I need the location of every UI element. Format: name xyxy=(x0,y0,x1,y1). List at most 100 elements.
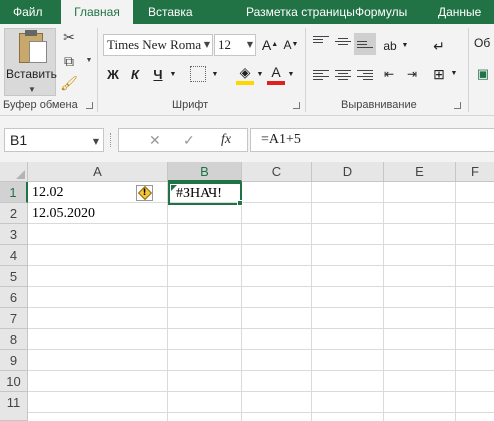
decrease-font-icon[interactable]: A▼ xyxy=(282,35,300,55)
column-header-d[interactable]: D xyxy=(312,162,384,182)
row-header-2[interactable]: 2 xyxy=(0,203,28,224)
group-divider xyxy=(97,28,98,112)
copy-icon[interactable]: ⧉ xyxy=(60,52,78,70)
alignment-group-label: Выравнивание xyxy=(341,99,417,111)
chevron-down-icon: ▼ xyxy=(92,137,99,146)
currency-icon[interactable]: ▣ xyxy=(474,64,492,84)
row-header-11[interactable]: 11 xyxy=(0,392,28,421)
row-header-1[interactable]: 1 xyxy=(0,182,28,203)
font-color-icon[interactable]: А xyxy=(267,62,285,82)
formula-bar: B1 ▼ ✕ ✓ fx =A1+5 xyxy=(0,116,494,162)
tab-data[interactable]: Данные xyxy=(438,0,481,24)
paste-button[interactable]: Вставить ▼ xyxy=(4,28,57,96)
align-top-icon[interactable] xyxy=(313,36,329,50)
ribbon: Вставить ▼ ✂ ⧉ ▼ 🖌 Буфер обмена Times Ne… xyxy=(0,24,494,116)
column-header-a[interactable]: A xyxy=(28,162,168,182)
decrease-indent-icon[interactable]: ⇤ xyxy=(380,64,398,84)
column-header-e[interactable]: E xyxy=(384,162,456,182)
align-bottom-button[interactable] xyxy=(354,33,376,55)
column-header-c[interactable]: C xyxy=(242,162,312,182)
gridline xyxy=(28,307,494,308)
ribbon-tab-bar: Файл Главная Вставка Разметка страницы Ф… xyxy=(0,0,494,25)
gridline xyxy=(28,370,494,371)
select-all-icon xyxy=(16,170,25,179)
align-middle-icon[interactable] xyxy=(335,38,351,52)
font-name-combo[interactable]: Times New Roma ▼ xyxy=(103,34,213,56)
row-header-6[interactable]: 6 xyxy=(0,287,28,308)
orientation-icon[interactable]: ab xyxy=(381,36,399,56)
fill-handle[interactable] xyxy=(237,200,243,206)
cell-b1[interactable]: #ЗНАЧ! xyxy=(170,183,240,204)
column-header-b[interactable]: B xyxy=(168,162,242,182)
cancel-icon[interactable]: ✕ xyxy=(149,132,161,149)
increase-indent-icon[interactable]: ⇥ xyxy=(403,64,421,84)
gridline xyxy=(28,286,494,287)
row-header-3[interactable]: 3 xyxy=(0,224,28,245)
clipboard-launcher-icon[interactable] xyxy=(86,102,93,109)
chevron-down-icon[interactable]: ▼ xyxy=(255,65,265,85)
chevron-down-icon: ▼ xyxy=(246,40,253,49)
warning-exclamation-icon: ! xyxy=(142,188,147,198)
format-painter-icon[interactable]: 🖌 xyxy=(60,74,78,92)
tab-home[interactable]: Главная xyxy=(61,0,133,25)
clipboard-group-label: Буфер обмена xyxy=(3,99,78,111)
select-all-corner[interactable] xyxy=(0,162,28,182)
cell-a2[interactable]: 12.05.2020 xyxy=(28,203,168,224)
paste-clip-icon xyxy=(25,30,37,36)
error-warning-button[interactable]: ! xyxy=(136,185,153,201)
column-header-f[interactable]: F xyxy=(456,162,494,182)
align-bottom-icon xyxy=(357,41,373,55)
enter-icon[interactable]: ✓ xyxy=(183,132,195,149)
formula-input[interactable]: =A1+5 xyxy=(250,128,494,152)
align-left-icon[interactable] xyxy=(313,70,329,84)
tab-insert[interactable]: Вставка xyxy=(148,0,193,24)
gridline xyxy=(28,265,494,266)
row-header-5[interactable]: 5 xyxy=(0,266,28,287)
font-launcher-icon[interactable] xyxy=(293,102,300,109)
gridline xyxy=(311,182,312,421)
tab-formulas[interactable]: Формулы xyxy=(355,0,407,24)
copy-dropdown-icon[interactable]: ▼ xyxy=(80,52,98,70)
number-format-partial[interactable]: Об xyxy=(474,36,490,50)
formula-buttons: ✕ ✓ fx xyxy=(118,128,248,152)
font-group-label: Шрифт xyxy=(172,99,209,111)
chevron-down-icon: ▼ xyxy=(28,85,36,94)
gridline xyxy=(28,244,494,245)
chevron-down-icon[interactable]: ▼ xyxy=(210,65,220,85)
formula-bar-grip[interactable] xyxy=(110,133,112,147)
chevron-down-icon[interactable]: ▼ xyxy=(449,64,459,84)
font-color-swatch xyxy=(267,81,285,85)
insert-function-icon[interactable]: fx xyxy=(221,132,231,148)
italic-button[interactable]: К xyxy=(126,65,144,85)
row-header-7[interactable]: 7 xyxy=(0,308,28,329)
cut-icon[interactable]: ✂ xyxy=(60,28,78,46)
increase-font-icon[interactable]: A▲ xyxy=(261,35,279,55)
chevron-down-icon: ▼ xyxy=(203,40,210,49)
gridline xyxy=(383,182,384,421)
wrap-text-icon[interactable]: ↵ xyxy=(430,36,448,56)
underline-button[interactable]: Ч xyxy=(149,65,167,85)
gridline xyxy=(28,328,494,329)
merge-center-icon[interactable]: ⊞ xyxy=(430,64,448,84)
gridline xyxy=(241,182,242,421)
row-header-10[interactable]: 10 xyxy=(0,371,28,392)
alignment-launcher-icon[interactable] xyxy=(454,102,461,109)
borders-icon[interactable] xyxy=(190,66,206,82)
row-header-9[interactable]: 9 xyxy=(0,350,28,371)
name-box[interactable]: B1 ▼ xyxy=(4,128,104,152)
align-right-icon[interactable] xyxy=(357,70,373,84)
align-center-icon[interactable] xyxy=(335,70,351,84)
chevron-down-icon[interactable]: ▼ xyxy=(286,65,296,85)
fill-color-swatch xyxy=(236,81,254,85)
fill-color-icon[interactable]: ◈ xyxy=(236,62,254,82)
row-header-4[interactable]: 4 xyxy=(0,245,28,266)
row-header-8[interactable]: 8 xyxy=(0,329,28,350)
tab-page-layout[interactable]: Разметка страницы xyxy=(246,0,355,24)
chevron-down-icon[interactable]: ▼ xyxy=(400,36,410,56)
font-size-combo[interactable]: 12 ▼ xyxy=(214,34,256,56)
chevron-down-icon[interactable]: ▼ xyxy=(168,65,178,85)
error-indicator-icon xyxy=(171,185,177,191)
cell-a1[interactable]: 12.02 xyxy=(28,182,134,203)
tab-file[interactable]: Файл xyxy=(13,0,43,24)
bold-button[interactable]: Ж xyxy=(104,65,122,85)
